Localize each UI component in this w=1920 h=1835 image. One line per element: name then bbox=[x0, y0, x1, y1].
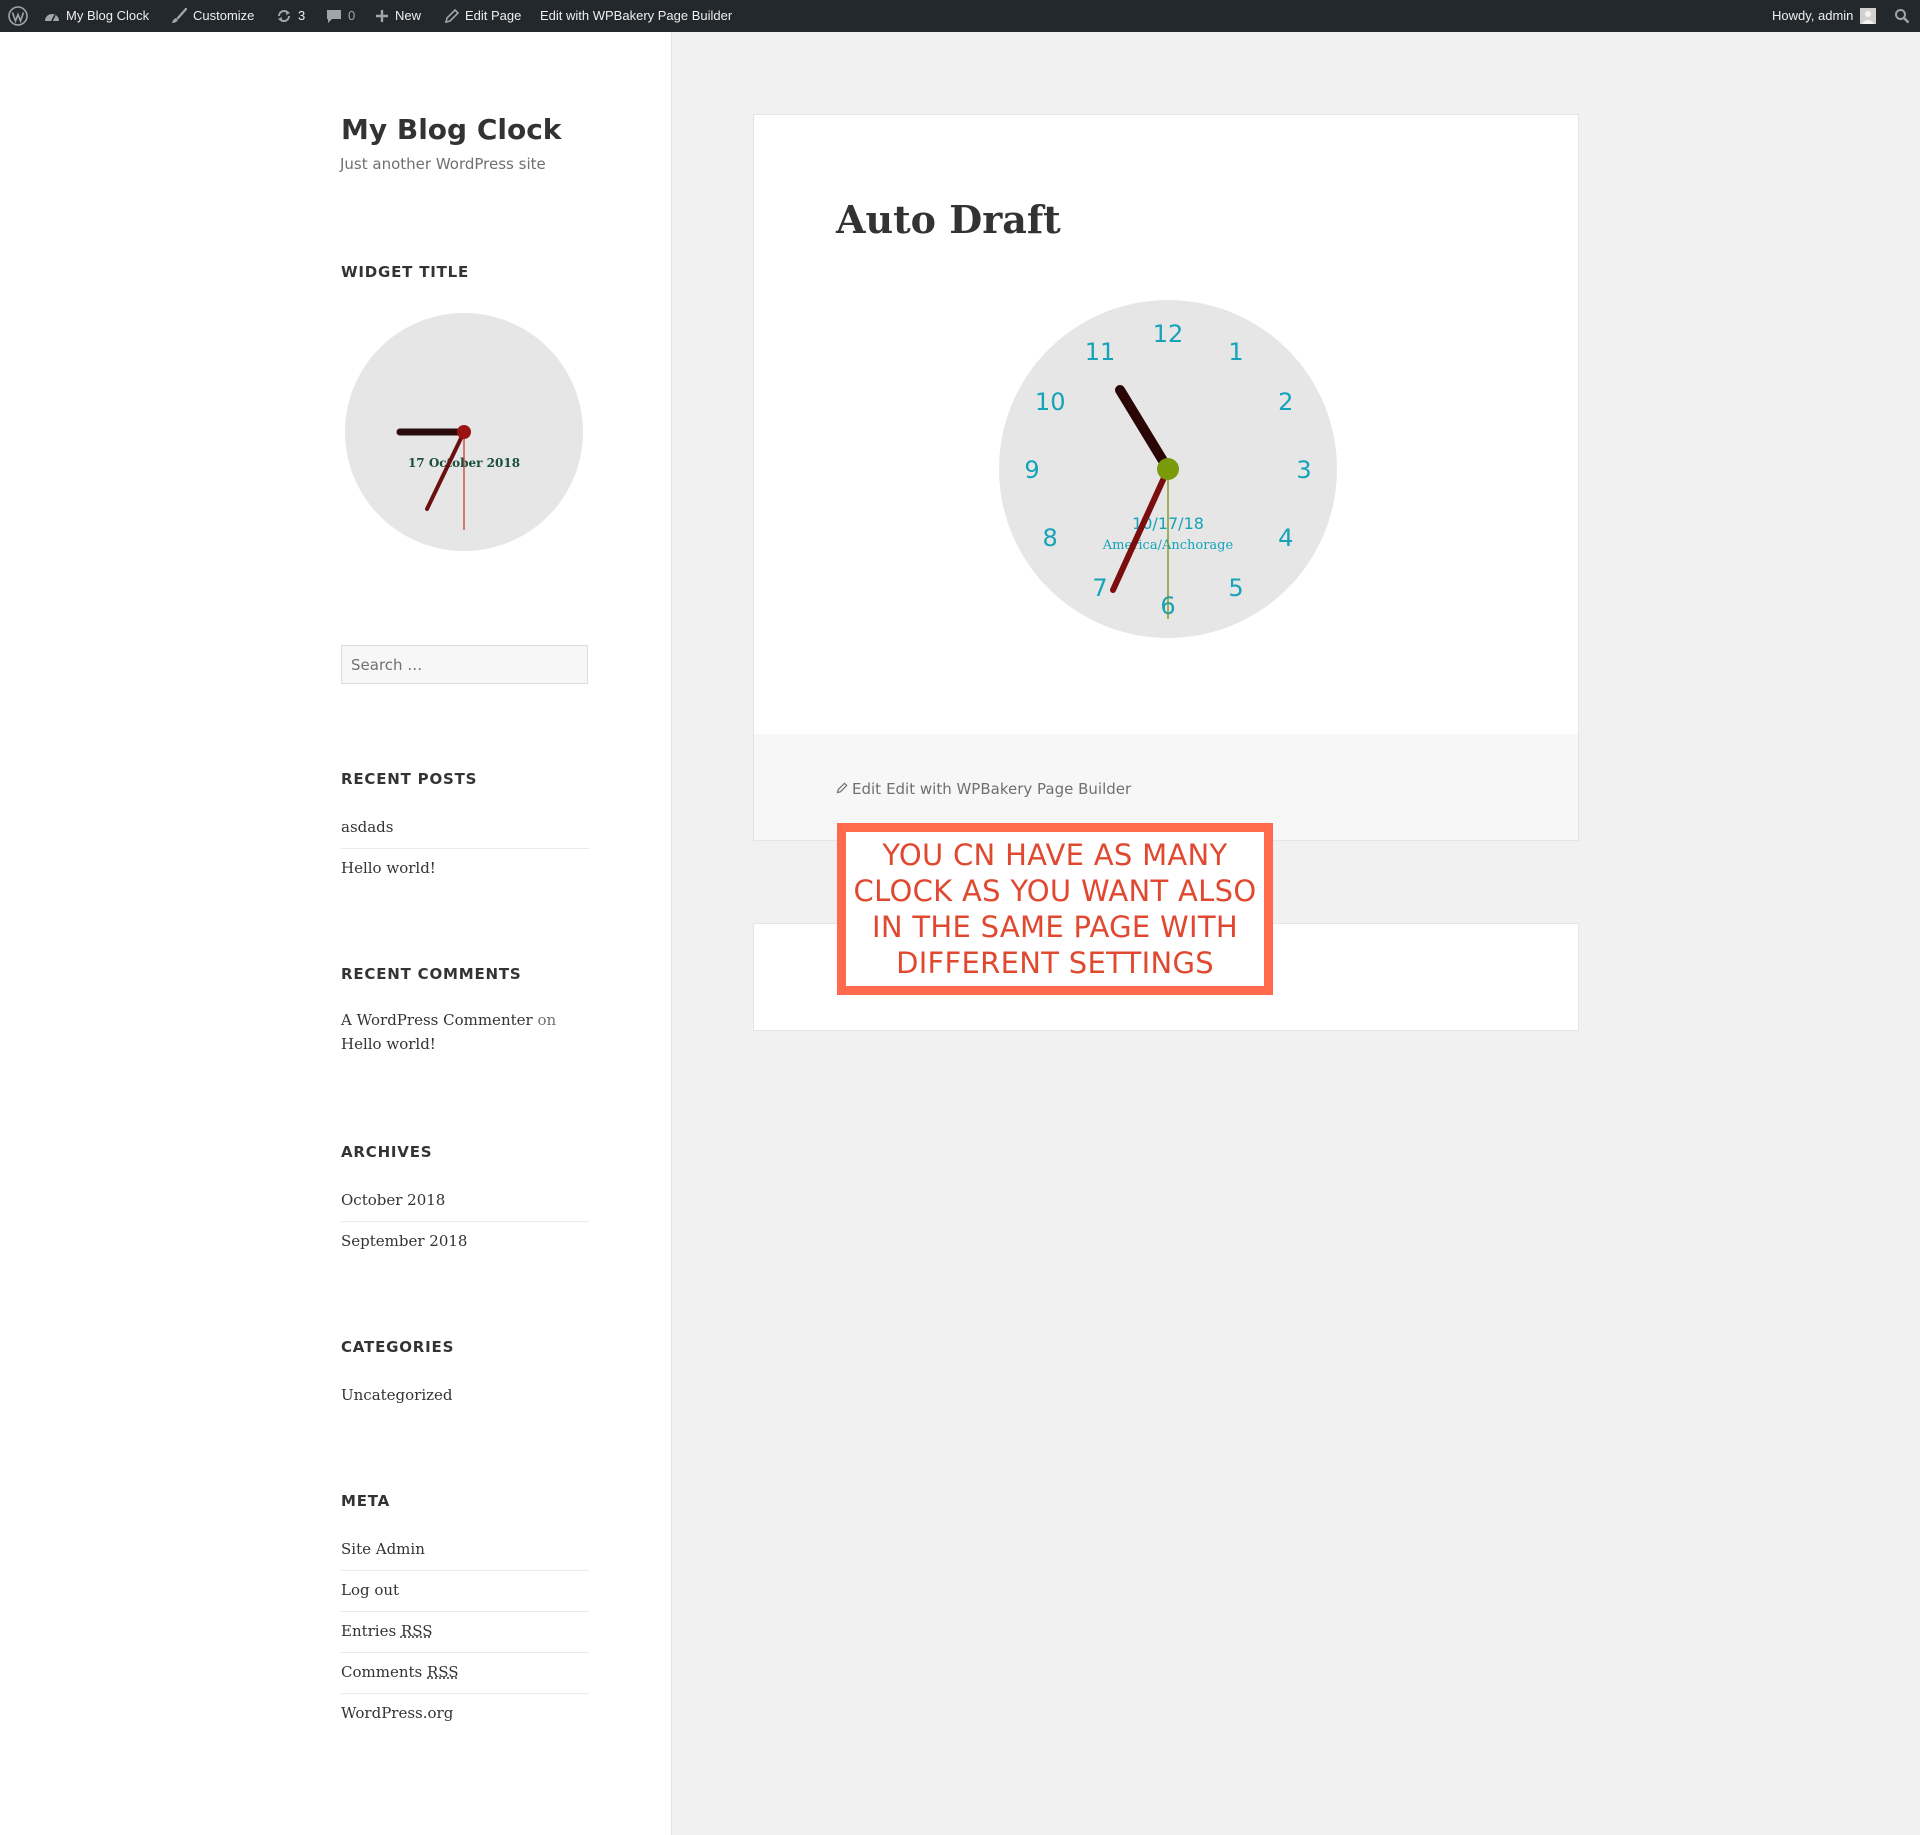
recent-posts-title: RECENT POSTS bbox=[341, 770, 478, 788]
categories-list: Uncategorized bbox=[341, 1376, 589, 1416]
annotation-callout: YOU CN HAVE AS MANY CLOCK AS YOU WANT AL… bbox=[837, 823, 1273, 995]
comment-author-link[interactable]: A WordPress Commenter bbox=[341, 1011, 533, 1029]
plus-icon bbox=[375, 9, 389, 23]
edit-link[interactable]: Edit bbox=[852, 779, 881, 799]
wordpress-logo-icon[interactable] bbox=[8, 0, 28, 32]
site-title[interactable]: My Blog Clock bbox=[341, 113, 561, 146]
list-item[interactable]: Comments RSS bbox=[341, 1652, 589, 1693]
categories-title: CATEGORIES bbox=[341, 1338, 455, 1356]
list-item[interactable]: asdads bbox=[341, 808, 589, 848]
list-item[interactable]: Uncategorized bbox=[341, 1376, 589, 1416]
edit-links: Edit Edit with WPBakery Page Builder bbox=[836, 779, 1131, 799]
dashboard-icon bbox=[44, 9, 60, 23]
clock-numeral: 8 bbox=[1043, 524, 1058, 552]
site-description: Just another WordPress site bbox=[340, 155, 546, 173]
comment-post-link[interactable]: Hello world! bbox=[341, 1035, 436, 1053]
site-name-menu[interactable]: My Blog Clock bbox=[44, 0, 149, 32]
sidebar-clock: 17 October 2018 bbox=[345, 313, 583, 551]
edit-page-link[interactable]: Edit Page bbox=[444, 0, 521, 32]
main-clock: 12 1 2 3 4 5 6 7 8 9 10 11 10/17/18 Amer… bbox=[999, 300, 1337, 638]
clock-numeral: 9 bbox=[1024, 456, 1039, 484]
clock-numeral: 10 bbox=[1035, 388, 1066, 416]
list-item[interactable]: Log out bbox=[341, 1570, 589, 1611]
list-item[interactable]: Site Admin bbox=[341, 1530, 589, 1570]
page-title: Auto Draft bbox=[836, 197, 1061, 242]
list-item[interactable]: October 2018 bbox=[341, 1181, 589, 1221]
avatar bbox=[1860, 8, 1877, 24]
clock-numeral: 3 bbox=[1296, 456, 1311, 484]
edit-with-builder-link[interactable]: Edit with WPBakery Page Builder bbox=[886, 779, 1131, 799]
sidebar: My Blog Clock Just another WordPress sit… bbox=[0, 32, 672, 1835]
list-item[interactable]: Hello world! bbox=[341, 848, 589, 889]
admin-search-icon[interactable] bbox=[1894, 0, 1910, 32]
recent-comment: A WordPress Commenter on Hello world! bbox=[341, 1008, 591, 1056]
widget-title: WIDGET TITLE bbox=[341, 263, 470, 281]
edit-with-builder-link[interactable]: Edit with WPBakery Page Builder bbox=[540, 0, 732, 32]
clock-numeral: 7 bbox=[1092, 574, 1107, 602]
comment-connector: on bbox=[537, 1011, 557, 1029]
my-account-menu[interactable]: Howdy, admin bbox=[1772, 0, 1877, 32]
updates-link[interactable]: 3 bbox=[276, 0, 305, 32]
page-entry: Auto Draft 12 1 2 3 4 5 6 7 8 9 10 11 10… bbox=[753, 114, 1579, 841]
clock-numeral: 4 bbox=[1278, 524, 1293, 552]
annotation-text: YOU CN HAVE AS MANY CLOCK AS YOU WANT AL… bbox=[846, 832, 1264, 986]
recent-comments-title: RECENT COMMENTS bbox=[341, 965, 522, 983]
customize-link[interactable]: Customize bbox=[171, 0, 254, 32]
clock-numeral: 11 bbox=[1085, 338, 1116, 366]
list-item[interactable]: WordPress.org bbox=[341, 1693, 589, 1734]
brush-icon bbox=[171, 8, 187, 24]
clock-numeral: 1 bbox=[1228, 338, 1243, 366]
list-item[interactable]: Entries RSS bbox=[341, 1611, 589, 1652]
search-input[interactable] bbox=[341, 645, 588, 684]
archives-title: ARCHIVES bbox=[341, 1143, 433, 1161]
main-clock-center bbox=[1157, 458, 1179, 480]
comments-link[interactable]: 0 bbox=[326, 0, 355, 32]
comment-bubble-icon bbox=[326, 8, 342, 24]
updates-icon bbox=[276, 8, 292, 24]
sidebar-clock-center bbox=[457, 425, 471, 439]
admin-bar: My Blog Clock Customize 3 0 New Edit Pag… bbox=[0, 0, 1920, 32]
archives-list: October 2018 September 2018 bbox=[341, 1181, 589, 1262]
pencil-icon bbox=[836, 779, 848, 799]
clock-numeral: 5 bbox=[1228, 574, 1243, 602]
meta-title: META bbox=[341, 1492, 391, 1510]
clock-numeral: 2 bbox=[1278, 388, 1293, 416]
new-content-menu[interactable]: New bbox=[375, 0, 421, 32]
meta-list: Site Admin Log out Entries RSS Comments … bbox=[341, 1530, 589, 1734]
recent-posts-list: asdads Hello world! bbox=[341, 808, 589, 889]
clock-numeral: 12 bbox=[1153, 320, 1184, 348]
pencil-icon bbox=[444, 8, 459, 24]
list-item[interactable]: September 2018 bbox=[341, 1221, 589, 1262]
